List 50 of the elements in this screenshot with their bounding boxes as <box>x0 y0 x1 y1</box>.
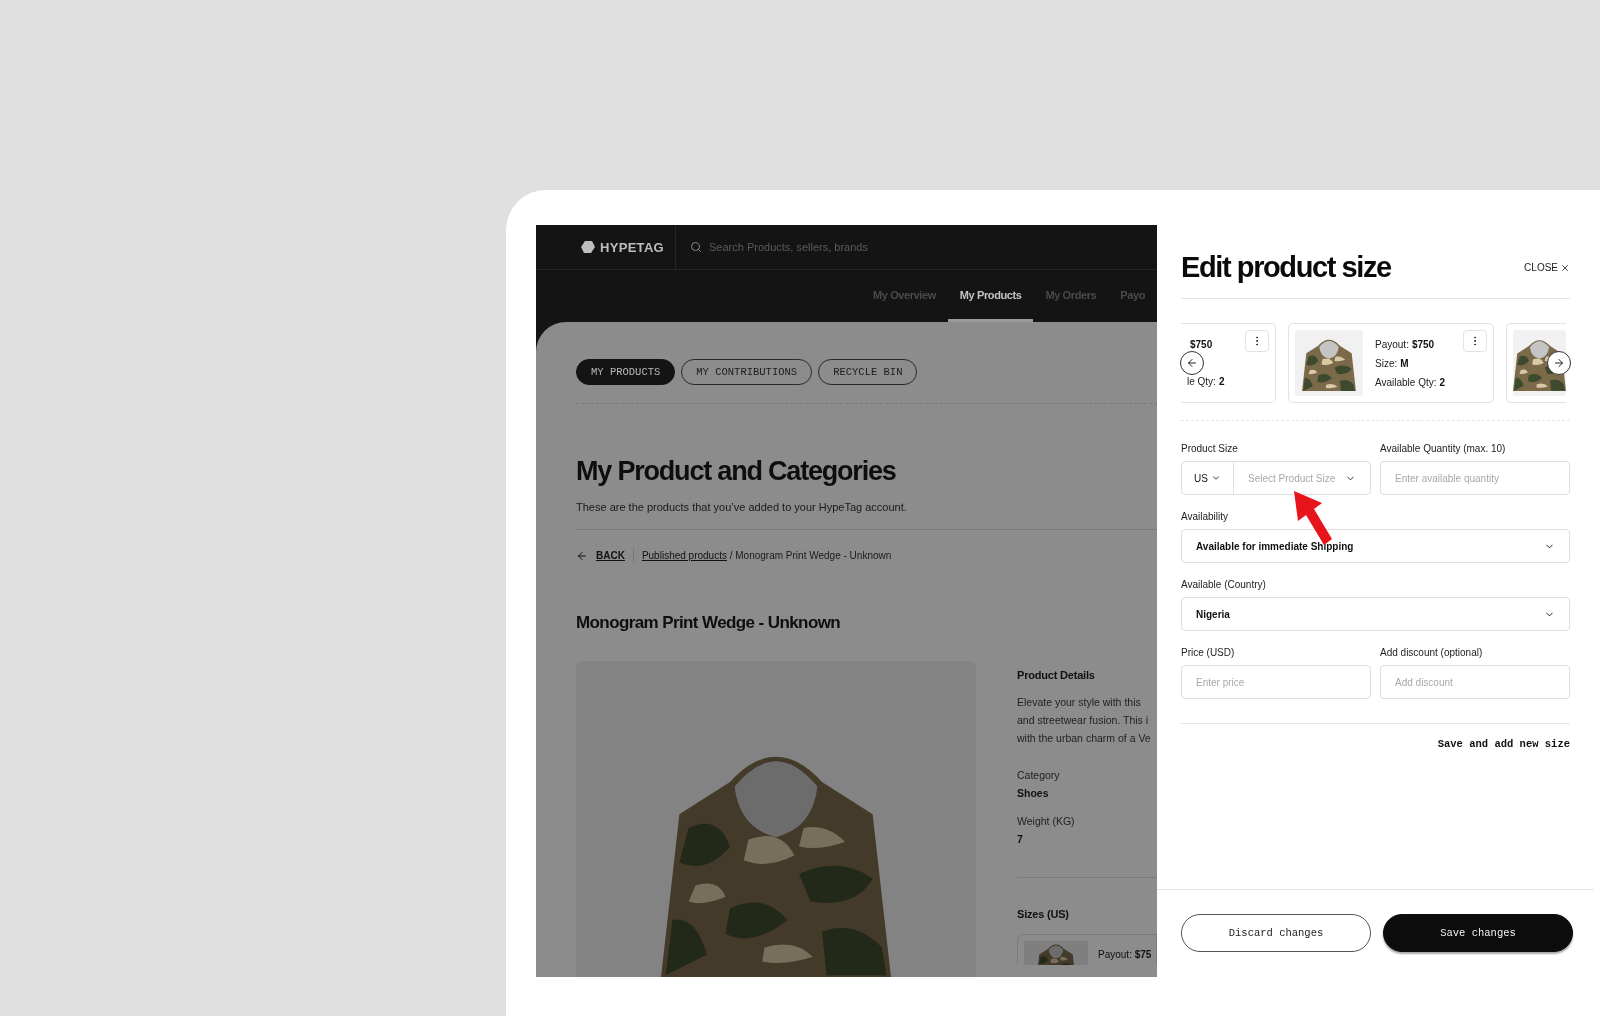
arrow-left-icon <box>1186 357 1198 369</box>
details-heading: Product Details <box>1017 669 1096 681</box>
description-line: and streetwear fusion. This i <box>1017 713 1150 728</box>
detail-value: 7 <box>1017 833 1024 845</box>
breadcrumb-link[interactable]: Published products <box>641 550 727 561</box>
segment-tab[interactable]: MY PRODUCTS <box>576 359 676 385</box>
product-title: Monogram Print Wedge - Unknown <box>576 613 842 633</box>
breadcrumb-current: / Monogram Print Wedge - Unknown <box>729 550 892 561</box>
logo-text: HYPETAG <box>600 239 664 255</box>
field-label: Price (USD) <box>1181 647 1236 658</box>
back-arrow-icon <box>576 549 588 562</box>
card-text: Available Qty: 2 <box>1375 376 1446 388</box>
detail-value: Shoes <box>1017 787 1050 799</box>
country-select[interactable]: Nigeria <box>1181 597 1570 631</box>
payout-text: Payout: $75 <box>1098 948 1152 962</box>
drawer-title: Edit product size <box>1181 251 1391 284</box>
field-label: Available (Country) <box>1181 579 1267 590</box>
card-text: Payout: $750 <box>1375 338 1436 350</box>
field-label: Product Size <box>1181 443 1239 454</box>
size-card[interactable]: Payout: $750 Size: M Available Qty: 2 <box>1288 323 1494 403</box>
search-icon <box>690 241 702 253</box>
description-line: Elevate your style with this <box>1017 695 1142 710</box>
arrow-right-icon <box>1553 357 1565 369</box>
detail-label: Category <box>1017 769 1061 781</box>
unit-select[interactable]: US <box>1182 462 1234 494</box>
back-link[interactable]: BACK <box>596 550 625 561</box>
previous-button[interactable] <box>1180 351 1204 375</box>
description-line: with the urban charm of a Ve <box>1017 731 1152 746</box>
sizes-heading: Sizes (US) <box>1017 908 1070 920</box>
page-title: My Product and Categories <box>576 456 897 487</box>
card-text: le Qty: 2 <box>1187 376 1225 387</box>
field-label: Add discount (optional) <box>1380 647 1484 658</box>
card-text: $750 <box>1189 339 1214 350</box>
close-icon <box>1560 262 1570 273</box>
save-button[interactable]: Save changes <box>1383 914 1573 952</box>
discount-input[interactable]: Add discount <box>1380 665 1570 699</box>
discard-button[interactable]: Discard changes <box>1181 914 1371 952</box>
size-card[interactable] <box>1506 323 1566 403</box>
close-button[interactable]: CLOSE <box>1524 262 1570 273</box>
field-label: Availability <box>1181 511 1230 522</box>
page-subtitle: These are the products that you’ve added to your HypeTag account. <box>576 501 908 513</box>
field-label: Available Quantity (max. 10) <box>1380 443 1507 454</box>
card-text: Size: M <box>1375 357 1410 369</box>
availability-select[interactable]: Available for immediate Shipping <box>1181 529 1570 563</box>
save-and-add-link[interactable]: Save and add new size <box>1437 738 1570 750</box>
price-input[interactable]: Enter price <box>1181 665 1371 699</box>
logo-icon <box>580 240 596 254</box>
quantity-input[interactable]: Enter available quantity <box>1380 461 1570 495</box>
detail-label: Weight (KG) <box>1017 815 1076 827</box>
chevron-icon <box>1210 473 1221 483</box>
